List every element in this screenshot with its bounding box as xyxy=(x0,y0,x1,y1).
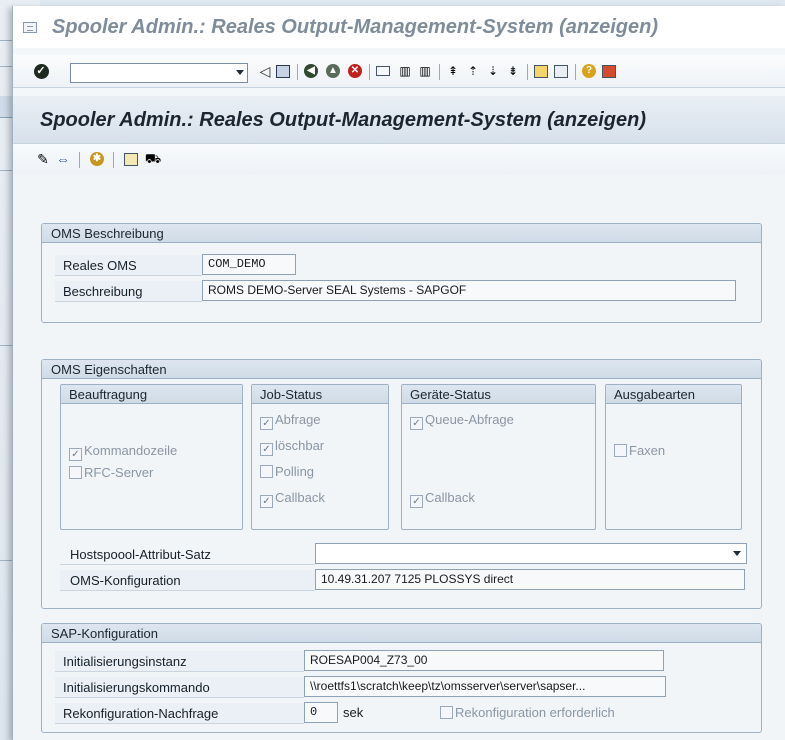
init-command-field[interactable]: \\roettfs1\scratch\keep\tz\omsserver\ser… xyxy=(304,676,666,697)
beauftragung-group: Beauftragung ✓ Kommandozeile RFC-Server xyxy=(60,384,243,530)
checkbox-icon: ✓ xyxy=(260,443,273,456)
init-instance-label: Initialisierungsinstanz xyxy=(55,651,304,672)
window-menu-icon[interactable] xyxy=(23,22,37,33)
faxen-checkbox[interactable]: Faxen xyxy=(614,442,665,460)
subgroup-title: Geräte-Status xyxy=(402,385,595,404)
customize-layout-icon[interactable] xyxy=(601,63,617,79)
pencil-icon[interactable]: ✎ xyxy=(35,151,51,167)
hostspool-select[interactable] xyxy=(315,543,747,564)
separator xyxy=(369,64,370,80)
device-callback-checkbox[interactable]: ✓ Callback xyxy=(410,489,475,508)
real-oms-label: Reales OMS xyxy=(55,255,202,276)
checkbox-icon xyxy=(260,465,273,478)
checkbox-icon xyxy=(69,466,82,479)
shortcut-icon[interactable] xyxy=(553,63,569,79)
oms-properties-group: OMS Eigenschaften Beauftragung ✓ Kommando… xyxy=(41,359,762,609)
checkbox-icon: ✓ xyxy=(410,417,423,430)
back-icon[interactable]: ◀ xyxy=(303,63,319,79)
oms-config-label: OMS-Konfiguration xyxy=(60,570,315,591)
create-session-icon[interactable] xyxy=(533,63,549,79)
subgroup-title: Ausgabearten xyxy=(606,385,741,404)
documentation-icon[interactable] xyxy=(123,151,139,167)
last-page-icon[interactable]: ⇟ xyxy=(505,63,521,79)
description-label: Beschreibung xyxy=(55,281,202,302)
find-icon[interactable]: ▥ xyxy=(397,63,413,79)
previous-page-icon[interactable]: ⇡ xyxy=(465,63,481,79)
main-area: Spooler Admin.: Reales Output-Management… xyxy=(13,96,785,740)
reconfig-required-checkbox[interactable]: Rekonfiguration erforderlich xyxy=(440,704,615,722)
oms-description-group: OMS Beschreibung Reales OMS COM_DEMO Bes… xyxy=(41,223,762,323)
description-field[interactable]: ROMS DEMO-Server SEAL Systems - SAPGOF xyxy=(202,280,736,301)
title-bar: Spooler Admin.: Reales Output-Management… xyxy=(13,6,785,48)
group-title: OMS Beschreibung xyxy=(42,224,761,243)
queue-abfrage-checkbox[interactable]: ✓ Queue-Abfrage xyxy=(410,411,514,430)
rfc-server-checkbox[interactable]: RFC-Server xyxy=(69,464,153,482)
first-page-icon[interactable]: ⇞ xyxy=(445,63,461,79)
separator xyxy=(79,152,80,168)
back-triangle-icon[interactable]: ◁ xyxy=(257,63,273,79)
checkbox-icon xyxy=(440,706,453,719)
ausgabearten-group: Ausgabearten Faxen xyxy=(605,384,742,530)
reconfig-unit: sek xyxy=(343,705,364,720)
separator xyxy=(527,64,528,80)
checkbox-icon: ✓ xyxy=(260,495,273,508)
polling-checkbox[interactable]: Polling xyxy=(260,463,314,481)
real-oms-field[interactable]: COM_DEMO xyxy=(202,254,296,275)
abfrage-checkbox[interactable]: ✓ Abfrage xyxy=(260,411,321,430)
geraete-status-group: Geräte-Status ✓ Queue-Abfrage ✓ Callback xyxy=(401,384,596,530)
window-title: Spooler Admin.: Reales Output-Management… xyxy=(52,16,659,38)
find-next-icon[interactable]: ▥ xyxy=(417,63,433,79)
init-instance-field[interactable]: ROESAP004_Z73_00 xyxy=(304,650,664,671)
init-command-label: Initialisierungskommando xyxy=(55,677,304,698)
chevron-down-icon[interactable] xyxy=(236,70,244,75)
sap-window: Spooler Admin.: Reales Output-Management… xyxy=(12,6,785,740)
checkbox-icon xyxy=(614,444,627,457)
reconfig-label: Rekonfiguration-Nachfrage xyxy=(55,703,304,724)
checkbox-icon: ✓ xyxy=(260,417,273,430)
job-status-group: Job-Status ✓ Abfrage ✓ löschbar Polling ✓ C… xyxy=(251,384,389,530)
reconfig-field[interactable]: 0 xyxy=(304,702,338,723)
transport-icon[interactable]: ⛟ xyxy=(145,151,161,167)
group-title: OMS Eigenschaften xyxy=(42,360,761,379)
separator xyxy=(575,64,576,80)
separator xyxy=(113,152,114,168)
next-page-icon[interactable]: ⇣ xyxy=(485,63,501,79)
subgroup-title: Beauftragung xyxy=(61,385,242,404)
screen-title: Spooler Admin.: Reales Output-Management… xyxy=(40,109,647,131)
checkbox-icon: ✓ xyxy=(69,448,82,461)
chevron-down-icon[interactable] xyxy=(733,551,741,556)
print-icon[interactable] xyxy=(375,63,391,79)
checkbox-icon: ✓ xyxy=(410,495,423,508)
callback-checkbox[interactable]: ✓ Callback xyxy=(260,489,325,508)
screen-header: Spooler Admin.: Reales Output-Management… xyxy=(13,96,785,144)
settings-icon[interactable]: ✱ xyxy=(89,151,105,167)
cancel-icon[interactable]: ✕ xyxy=(347,63,363,79)
exit-icon[interactable]: ▲ xyxy=(325,63,341,79)
oms-config-field[interactable]: 10.49.31.207 7125 PLOSSYS direct xyxy=(315,569,745,590)
enter-icon[interactable]: ✓ xyxy=(33,63,49,79)
separator xyxy=(297,64,298,80)
group-title: SAP-Konfiguration xyxy=(42,624,761,643)
help-icon[interactable]: ? xyxy=(581,63,597,79)
sap-config-group: SAP-Konfiguration Initialisierungsinstan… xyxy=(41,623,762,733)
system-toolbar: ✓ ◁ ◀ ▲ ✕ ▥ ▥ ⇞ ⇡ ⇣ ⇟ ? xyxy=(13,55,785,88)
subgroup-title: Job-Status xyxy=(252,385,388,404)
display-change-icon[interactable]: ⇔ xyxy=(55,151,71,167)
hostspool-label: Hostspoool-Attribut-Satz xyxy=(60,544,315,565)
separator xyxy=(439,64,440,80)
command-field[interactable] xyxy=(70,63,248,83)
save-icon[interactable] xyxy=(275,63,291,79)
loeschbar-checkbox[interactable]: ✓ löschbar xyxy=(260,437,324,456)
kommandozeile-checkbox[interactable]: ✓ Kommandozeile xyxy=(69,442,177,461)
application-toolbar: ✎ ⇔ ✱ ⛟ xyxy=(13,144,785,174)
